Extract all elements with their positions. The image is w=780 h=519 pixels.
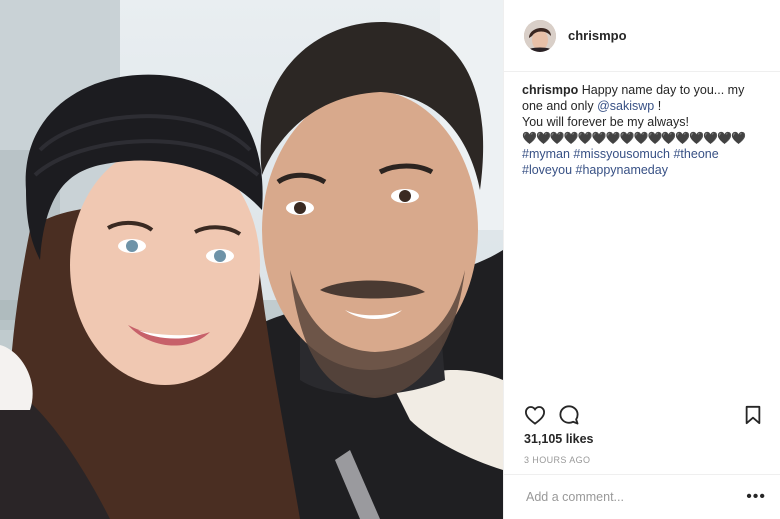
caption-line2: You will forever be my always! <box>522 115 689 129</box>
hashtag-link[interactable]: #missyousomuch <box>573 147 670 161</box>
caption-hearts: 🖤🖤🖤🖤🖤🖤🖤🖤🖤🖤🖤🖤🖤🖤🖤🖤 <box>522 131 746 145</box>
hashtag-link[interactable]: #happynameday <box>576 163 668 177</box>
post-actions <box>522 402 766 428</box>
hashtag-link[interactable]: #myman <box>522 147 570 161</box>
post-header: chrismpo <box>504 0 780 72</box>
avatar-image <box>524 19 556 52</box>
instagram-post: chrismpo chrismpo Happy name day to you.… <box>0 0 780 519</box>
hashtag-link[interactable]: #theone <box>673 147 718 161</box>
avatar[interactable] <box>524 19 556 52</box>
post-sidebar: chrismpo chrismpo Happy name day to you.… <box>503 0 780 519</box>
selfie-illustration <box>0 0 503 519</box>
post-timestamp[interactable]: 3 HOURS AGO <box>524 455 590 465</box>
post-caption: chrismpo Happy name day to you... my one… <box>504 72 780 178</box>
more-options-icon[interactable]: ••• <box>746 488 766 506</box>
caption-text-end: ! <box>657 99 662 113</box>
header-username[interactable]: chrismpo <box>568 28 627 43</box>
caption-username[interactable]: chrismpo <box>522 83 578 97</box>
comment-input[interactable] <box>524 489 747 505</box>
caption-mention-link[interactable]: @sakiswp <box>597 99 654 113</box>
post-photo[interactable] <box>0 0 503 519</box>
bookmark-icon[interactable] <box>740 402 766 428</box>
hashtag-link[interactable]: #loveyou <box>522 163 572 177</box>
comment-bar: ••• <box>504 474 780 519</box>
heart-outline-icon[interactable] <box>522 402 548 428</box>
comment-bubble-icon[interactable] <box>556 402 582 428</box>
likes-count[interactable]: 31,105 likes <box>524 432 594 446</box>
